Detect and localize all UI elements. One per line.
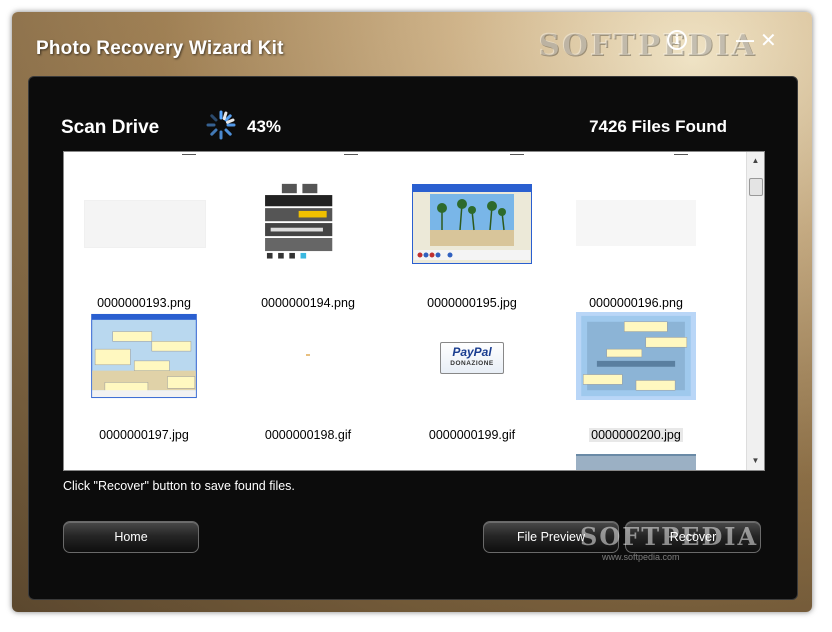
scroll-thumb[interactable] xyxy=(749,178,763,196)
softpedia-watermark: SOFTPEDIA xyxy=(538,28,757,63)
scan-progress-percent: 43% xyxy=(247,117,282,136)
scroll-down-arrow-icon[interactable]: ▼ xyxy=(747,454,764,468)
file-thumbnail xyxy=(265,183,333,259)
file-name: 0000000195.jpg xyxy=(427,296,517,310)
file-name: 0000000197.jpg xyxy=(99,428,189,442)
file-name: 0000000194.png xyxy=(261,296,355,310)
file-name: 0000000193.png xyxy=(97,296,191,310)
app-title: Photo Recovery Wizard Kit xyxy=(36,38,284,59)
paypal-donate-label: DONAZIONE xyxy=(450,360,494,367)
minimize-icon[interactable]: — xyxy=(736,30,754,51)
softpedia-watermark-bottom: SOFTPEDIA xyxy=(580,522,759,551)
file-name: 0000000196.png xyxy=(589,296,683,310)
home-button[interactable]: Home xyxy=(63,521,199,553)
partial-next-thumbnail xyxy=(576,454,696,470)
paypal-logo: PayPal xyxy=(452,345,492,359)
file-thumbnail xyxy=(84,200,206,248)
file-thumbnail xyxy=(306,354,310,356)
file-thumbnail xyxy=(412,184,532,264)
file-thumbnail xyxy=(581,315,691,397)
file-thumbnail xyxy=(91,313,197,399)
file-name: 0000000199.gif xyxy=(428,428,516,442)
info-icon[interactable]: i xyxy=(667,30,687,50)
softpedia-url: www.softpedia.com xyxy=(602,552,680,562)
loading-spinner-icon xyxy=(206,110,236,140)
scroll-up-arrow-icon[interactable]: ▲ xyxy=(747,154,764,168)
app-window: Photo Recovery Wizard Kit SOFTPEDIA i — … xyxy=(12,12,812,612)
found-files-grid[interactable]: 0000000193.png 0000000194.png 0000000195… xyxy=(63,151,765,471)
scan-drive-label: Scan Drive xyxy=(61,117,160,138)
status-message: Click "Recover" button to save found fil… xyxy=(63,479,295,493)
vertical-scrollbar[interactable]: ▲ ▼ xyxy=(746,152,764,470)
files-found-count: 7426 Files Found xyxy=(589,117,727,136)
file-thumbnail xyxy=(576,200,696,246)
file-name: 0000000200.jpg xyxy=(589,428,683,442)
close-icon[interactable]: ✕ xyxy=(760,28,777,53)
file-name: 0000000198.gif xyxy=(264,428,352,442)
file-thumbnail: PayPal DONAZIONE xyxy=(440,342,504,374)
